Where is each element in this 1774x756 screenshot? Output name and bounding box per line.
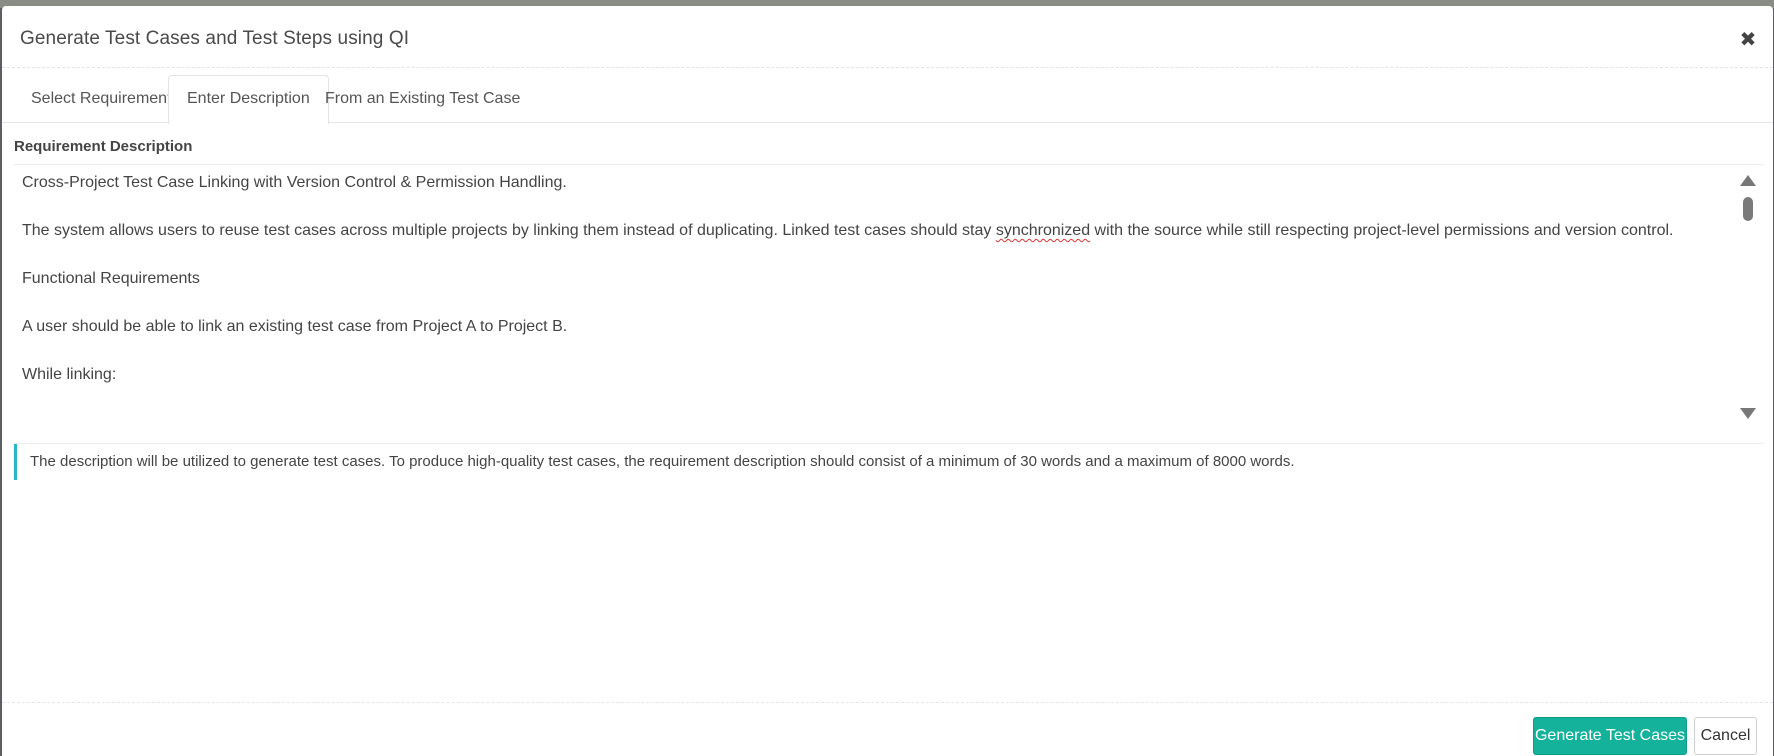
description-text: with the source while still respecting p… <box>1094 222 1674 239</box>
description-text: The system allows users to reuse test ca… <box>22 222 992 239</box>
description-content: Cross-Project Test Case Linking with Ver… <box>22 171 1702 411</box>
scroll-down-arrow-icon[interactable] <box>1740 408 1756 419</box>
tab-select-requirement[interactable]: Select Requirement <box>12 75 191 123</box>
generate-test-cases-button[interactable]: Generate Test Cases <box>1533 717 1687 755</box>
description-paragraph: The system allows users to reuse test ca… <box>22 219 1702 243</box>
description-paragraph: Cross-Project Test Case Linking with Ver… <box>22 174 567 191</box>
description-paragraph: Functional Requirements <box>22 270 200 287</box>
requirement-description-label: Requirement Description <box>14 138 193 155</box>
requirement-description-textarea[interactable]: Cross-Project Test Case Linking with Ver… <box>14 164 1764 444</box>
generate-test-cases-modal: Generate Test Cases and Test Steps using… <box>2 6 1773 756</box>
scrollbar-thumb[interactable] <box>1743 197 1753 221</box>
tab-enter-description[interactable]: Enter Description <box>168 75 329 124</box>
tab-bar: Select Requirement Enter Description Fro… <box>2 75 1773 124</box>
description-paragraph: A user should be able to link an existin… <box>22 318 568 335</box>
modal-header: Generate Test Cases and Test Steps using… <box>2 6 1773 68</box>
modal-title: Generate Test Cases and Test Steps using… <box>20 28 410 49</box>
info-note: The description will be utilized to gene… <box>14 444 1764 480</box>
cancel-button[interactable]: Cancel <box>1694 717 1757 755</box>
scroll-up-arrow-icon[interactable] <box>1740 175 1756 186</box>
description-paragraph: While linking: <box>22 366 117 383</box>
tab-from-existing-test-case[interactable]: From an Existing Test Case <box>306 75 539 123</box>
close-icon[interactable]: ✖ <box>1737 28 1759 50</box>
footer-divider <box>2 702 1773 703</box>
misspelled-word: synchronized <box>995 222 1091 239</box>
